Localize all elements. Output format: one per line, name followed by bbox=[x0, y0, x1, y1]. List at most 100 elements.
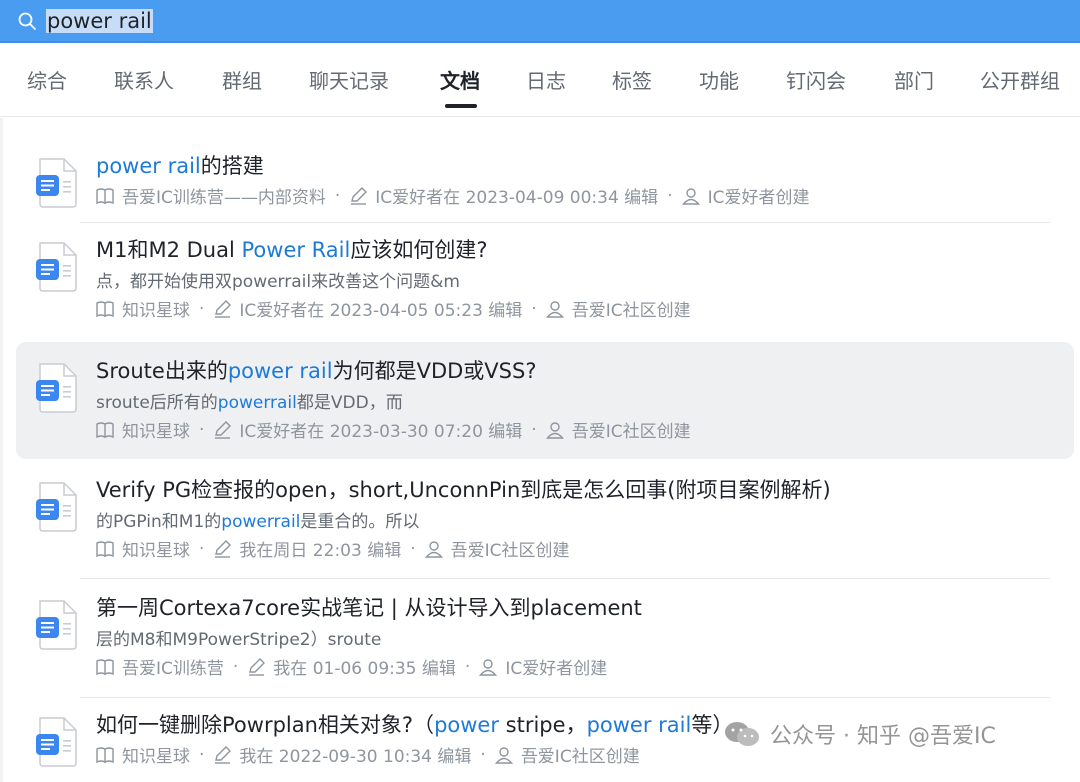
edited-label: IC爱好者在 2023-04-09 00:34 编辑 bbox=[375, 188, 659, 208]
user-icon bbox=[424, 540, 443, 558]
result-title[interactable]: 如何一键删除Powrplan相关对象?（power stripe，power r… bbox=[96, 709, 733, 739]
separator-dot: · bbox=[531, 298, 537, 319]
result-title[interactable]: Verify PG检查报的open，short,UnconnPin到底是怎么回事… bbox=[96, 474, 831, 504]
document-icon bbox=[36, 242, 77, 292]
separator-dot: · bbox=[464, 656, 471, 677]
separator-dot: · bbox=[199, 744, 205, 765]
document-icon bbox=[36, 158, 77, 208]
edit-icon bbox=[215, 745, 232, 764]
result-meta: 知识星球 · IC爱好者在 2023-03-30 07:20 编辑 · 吾爱IC社区创建 bbox=[96, 417, 691, 442]
tab-flash-meeting[interactable]: 钉闪会 bbox=[786, 65, 846, 94]
result-snippet: sroute后所有的powerrail都是VDD，而 bbox=[96, 388, 403, 413]
result-item[interactable]: Verify PG检查报的open，short,UnconnPin到底是怎么回事… bbox=[16, 462, 1074, 577]
tab-contacts[interactable]: 联系人 bbox=[114, 65, 174, 94]
tab-public-groups[interactable]: 公开群组 bbox=[980, 65, 1060, 94]
user-icon bbox=[545, 300, 564, 318]
result-title[interactable]: power rail的搭建 bbox=[96, 150, 264, 180]
tab-documents[interactable]: 文档 bbox=[440, 65, 480, 94]
book-icon bbox=[96, 187, 114, 204]
source-label: 吾爱IC训练营——内部资料 bbox=[122, 188, 326, 208]
creator-label: IC爱好者创建 bbox=[707, 188, 810, 208]
wechat-icon bbox=[725, 722, 759, 746]
row-divider bbox=[80, 697, 1050, 698]
edit-icon bbox=[215, 539, 232, 558]
creator-label: 吾爱IC社区创建 bbox=[450, 541, 570, 561]
watermark: 公众号 · 知乎 @吾爱IC bbox=[722, 718, 996, 750]
tab-logs[interactable]: 日志 bbox=[526, 65, 566, 94]
result-title[interactable]: 第一周Cortexa7core实战笔记 | 从设计导入到placement bbox=[96, 592, 642, 622]
tab-comprehensive[interactable]: 综合 bbox=[27, 65, 67, 94]
result-snippet: 层的M8和M9PowerStripe2）sroute bbox=[96, 625, 381, 650]
source-label: 知识星球 bbox=[122, 541, 190, 561]
result-meta: 知识星球 · 我在周日 22:03 编辑 · 吾爱IC社区创建 bbox=[96, 536, 570, 561]
tab-departments[interactable]: 部门 bbox=[894, 65, 934, 94]
separator-dot: · bbox=[410, 538, 416, 559]
highlight-text: power bbox=[434, 713, 499, 737]
search-input[interactable]: power rail bbox=[46, 8, 546, 35]
user-icon bbox=[494, 746, 513, 764]
text-segment: 第一周Cortexa7core实战笔记 | 从设计导入到placement bbox=[96, 596, 642, 620]
active-tab-indicator bbox=[445, 104, 477, 108]
edit-icon bbox=[215, 299, 232, 318]
creator-label: 吾爱IC社区创建 bbox=[520, 747, 640, 767]
result-item[interactable]: Sroute出来的power rail为何都是VDD或VSS? sroute后所有… bbox=[16, 342, 1074, 459]
text-segment: stripe， bbox=[498, 713, 587, 737]
highlight-text: power rail bbox=[227, 359, 333, 383]
tab-chat-history[interactable]: 聊天记录 bbox=[309, 65, 389, 94]
text-segment: sroute后所有的 bbox=[96, 393, 218, 413]
document-icon bbox=[36, 600, 77, 650]
tab-tags[interactable]: 标签 bbox=[612, 65, 652, 94]
book-icon bbox=[96, 421, 114, 438]
separator-dot: · bbox=[531, 419, 537, 440]
text-segment: 的PGPin和M1的 bbox=[96, 512, 222, 532]
result-snippet: 的PGPin和M1的powerrail是重合的。所以 bbox=[96, 507, 419, 532]
search-icon bbox=[18, 12, 36, 30]
highlight-text: power rail bbox=[96, 154, 201, 178]
result-meta: 吾爱IC训练营 · 我在 01-06 09:35 编辑 · IC爱好者创建 bbox=[96, 654, 607, 679]
highlight-text: Power Rail bbox=[241, 238, 351, 262]
document-icon bbox=[36, 363, 77, 413]
edited-label: 我在周日 22:03 编辑 bbox=[239, 541, 402, 561]
search-bar: power rail bbox=[0, 0, 1080, 43]
result-item[interactable]: 第一周Cortexa7core实战笔记 | 从设计导入到placement 层的M… bbox=[16, 580, 1074, 696]
category-tabs: 综合 联系人 群组 聊天记录 文档 日志 标签 功能 钉闪会 部门 公开群组 bbox=[0, 43, 1080, 117]
separator-dot: · bbox=[199, 298, 205, 319]
document-icon bbox=[36, 717, 77, 767]
result-item[interactable]: power rail的搭建吾爱IC训练营——内部资料 · IC爱好者在 2023-0… bbox=[16, 129, 1074, 221]
source-label: 知识星球 bbox=[122, 747, 190, 767]
watermark-text: 公众号 · 知乎 @吾爱IC bbox=[770, 724, 996, 749]
document-icon bbox=[36, 482, 77, 532]
text-segment: 层的M8和M9PowerStripe2）sroute bbox=[96, 630, 382, 650]
tab-groups[interactable]: 群组 bbox=[222, 65, 262, 94]
book-icon bbox=[96, 658, 114, 675]
creator-label: 吾爱IC社区创建 bbox=[571, 422, 691, 442]
result-title[interactable]: Sroute出来的power rail为何都是VDD或VSS? bbox=[96, 355, 536, 385]
separator-dot: · bbox=[480, 744, 486, 765]
source-label: 知识星球 bbox=[122, 422, 190, 442]
separator-dot: · bbox=[667, 185, 673, 206]
edit-icon bbox=[215, 420, 232, 439]
edited-label: 我在 2022-09-30 10:34 编辑 bbox=[239, 747, 472, 767]
text-segment: 都是VDD，而 bbox=[296, 393, 403, 413]
row-divider bbox=[80, 578, 1050, 579]
text-segment: Verify PG检查报的open，short,UnconnPin到底是怎么回事… bbox=[96, 478, 831, 502]
result-snippet: 点，都开始使用双powerrail来改善这个问题&m bbox=[96, 267, 460, 292]
edit-icon bbox=[249, 657, 266, 676]
source-label: 知识星球 bbox=[122, 301, 190, 321]
result-item[interactable]: M1和M2 Dual Power Rail应该如何创建? 点，都开始使用双powe… bbox=[16, 222, 1074, 339]
source-label: 吾爱IC训练营 bbox=[122, 659, 224, 679]
user-icon bbox=[545, 421, 564, 439]
separator-dot: · bbox=[334, 185, 341, 206]
result-meta: 吾爱IC训练营——内部资料 · IC爱好者在 2023-04-09 00:34 编辑… bbox=[96, 183, 809, 208]
result-meta: 知识星球 · IC爱好者在 2023-04-05 05:23 编辑 · 吾爱IC社区创建 bbox=[96, 296, 691, 321]
result-meta: 知识星球 · 我在 2022-09-30 10:34 编辑 · 吾爱IC社区创建 bbox=[96, 742, 640, 767]
creator-label: IC爱好者创建 bbox=[505, 659, 608, 679]
user-icon bbox=[681, 187, 700, 205]
edited-label: IC爱好者在 2023-03-30 07:20 编辑 bbox=[239, 422, 523, 442]
text-segment: 的搭建 bbox=[200, 154, 264, 178]
book-icon bbox=[96, 300, 114, 317]
tab-functions[interactable]: 功能 bbox=[699, 65, 739, 94]
highlight-text: powerrail bbox=[221, 512, 301, 532]
result-title[interactable]: M1和M2 Dual Power Rail应该如何创建? bbox=[96, 234, 488, 264]
creator-label: 吾爱IC社区创建 bbox=[571, 301, 691, 321]
